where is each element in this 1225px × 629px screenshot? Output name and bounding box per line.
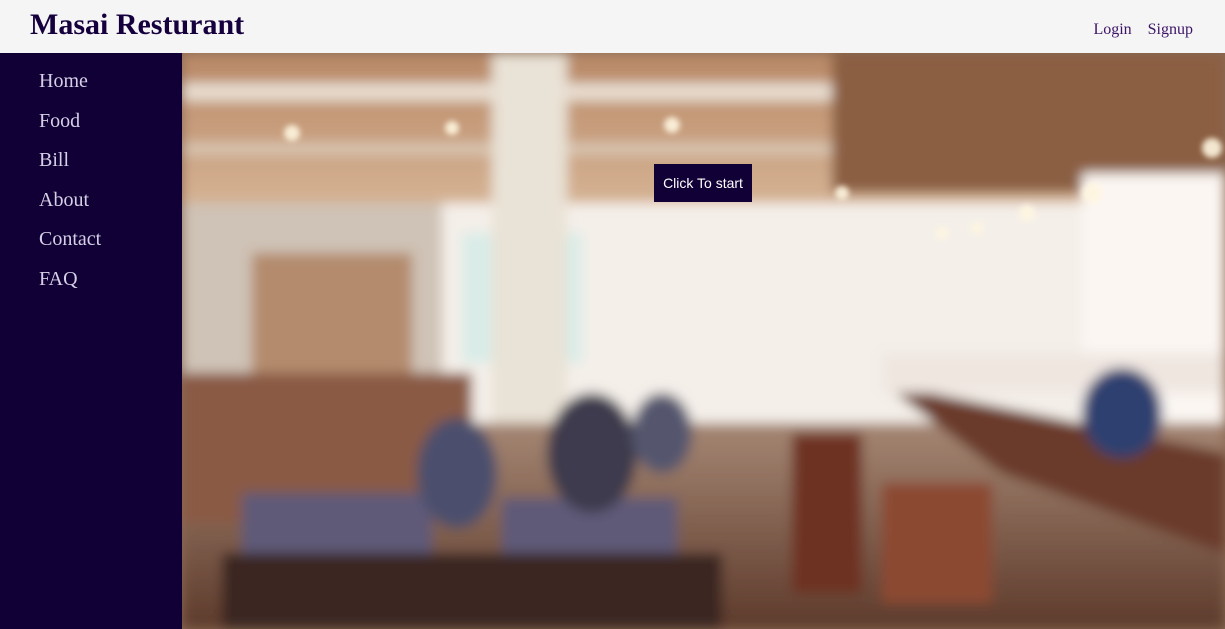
- signup-link[interactable]: Signup: [1148, 21, 1193, 38]
- restaurant-background-image: [182, 53, 1225, 629]
- sidebar-item-about[interactable]: About: [39, 188, 89, 212]
- login-link[interactable]: Login: [1093, 21, 1131, 38]
- sidebar-item-bill[interactable]: Bill: [39, 148, 69, 172]
- sidebar-item-contact[interactable]: Contact: [39, 227, 101, 251]
- sidebar-nav: Home Food Bill About Contact FAQ: [0, 53, 182, 629]
- top-header: Masai Resturant Login Signup: [0, 0, 1225, 53]
- start-button[interactable]: Click To start: [654, 164, 752, 202]
- sidebar-item-home[interactable]: Home: [39, 69, 88, 93]
- sidebar-item-food[interactable]: Food: [39, 109, 80, 133]
- sidebar-item-faq[interactable]: FAQ: [39, 267, 78, 291]
- hero-background: Click To start: [182, 53, 1225, 629]
- auth-links: Login Signup: [1081, 21, 1193, 39]
- brand-title: Masai Resturant: [30, 8, 245, 41]
